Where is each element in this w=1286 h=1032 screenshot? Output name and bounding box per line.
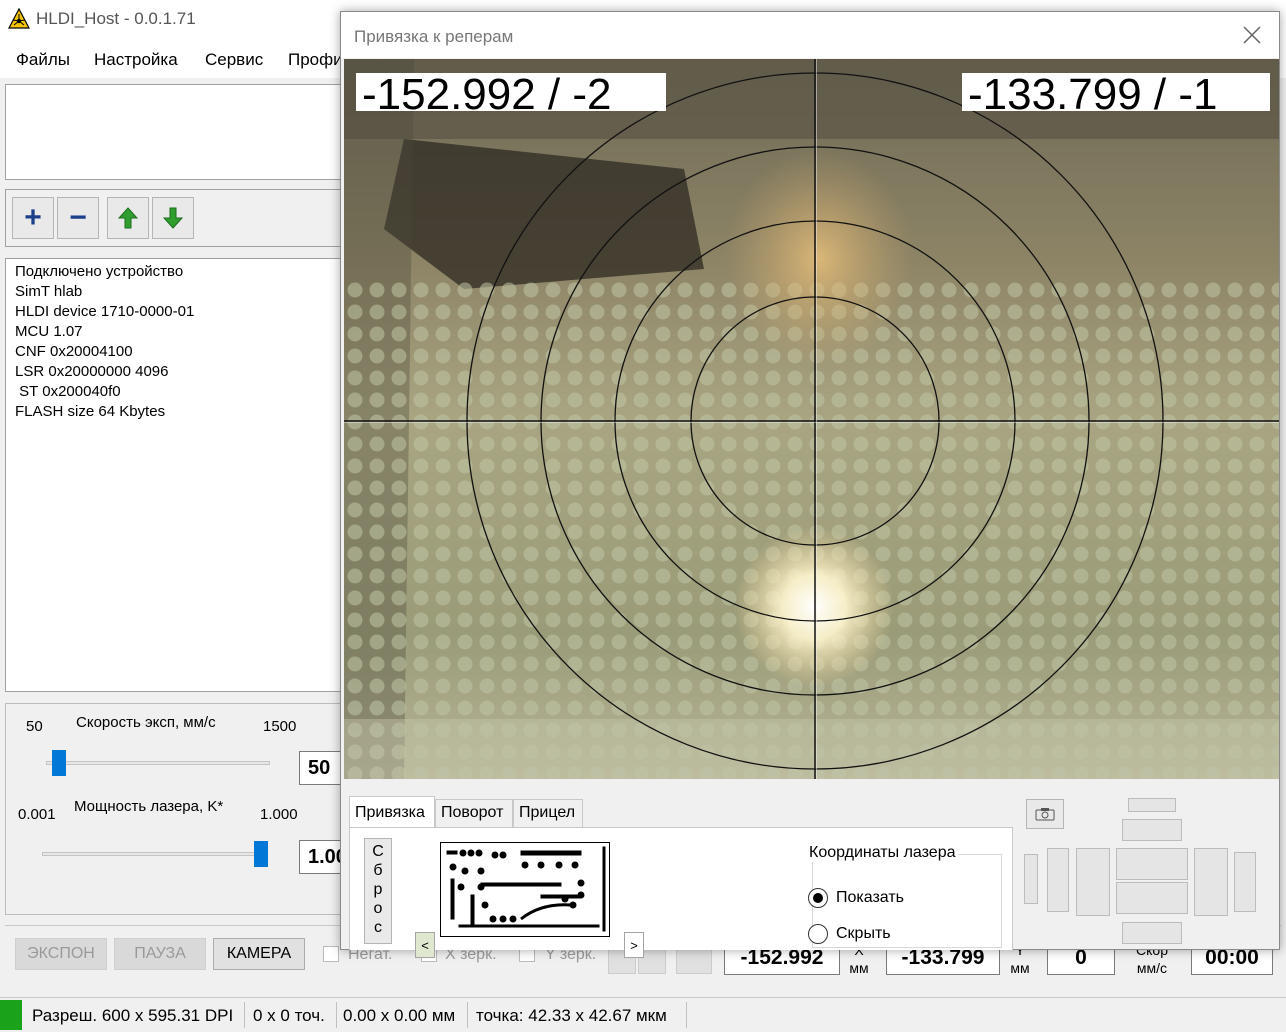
laser-coords-title: Координаты лазера [806,844,959,862]
speed-min-label: 50 [26,718,43,735]
fiducial-dialog: Привязка к реперам -152.992 / -2 -133.79… [340,11,1280,958]
status-separator [244,1002,245,1028]
menu-service[interactable]: Сервис [205,50,263,70]
show-label: Показать [836,889,905,906]
speed-max-label: 1500 [263,718,297,735]
tab-sight[interactable]: Прицел [513,799,583,827]
move-down-button[interactable] [152,197,194,239]
log-line: Подключено устройство [15,263,184,280]
status-size: 0.00 x 0.00 мм [343,1006,456,1025]
connection-indicator [0,1000,22,1030]
camera-view[interactable]: -152.992 / -2 -133.799 / -1 [344,59,1279,779]
file-list[interactable] [5,84,345,180]
jog-left-mid[interactable] [1047,848,1069,912]
camera-y-readout: -133.799 / -1 [962,73,1270,111]
speed-label: Скорость эксп, мм/с [76,714,216,731]
remove-button[interactable]: − [57,197,99,239]
power-min-label: 0.001 [18,806,56,823]
hide-radio[interactable] [808,924,828,944]
status-dot-size: точка: 42.33 x 42.67 мкм [476,1006,667,1025]
status-separator [467,1002,468,1028]
scroll-left-button[interactable]: < [415,932,435,958]
status-resolution: Разреш. 600 x 595.31 DPI [32,1006,234,1025]
reset-letter: р [373,881,383,898]
exposure-settings: 50 Скорость эксп, мм/с 1500 50 0.001 Мощ… [5,703,347,915]
move-up-button[interactable] [107,197,149,239]
power-slider[interactable] [42,852,266,856]
log-line: HLDI device 1710-0000-01 [15,303,195,320]
plus-icon: + [24,201,42,234]
reset-letter: с [374,919,382,936]
menu-profiles[interactable]: Профи [288,50,343,70]
list-toolbar: + − [5,189,345,247]
pause-button[interactable]: ПАУЗА [114,938,206,970]
status-separator [686,1002,687,1028]
log-line: CNF 0x20004100 [15,343,133,360]
jog-right-near[interactable] [1194,848,1228,916]
x-unit-label: мм [849,960,869,976]
jog-up-mid[interactable] [1122,819,1182,841]
log-line: ST 0x200040f0 [15,383,121,400]
power-slider-thumb[interactable] [254,841,268,867]
jog-down-mid[interactable] [1122,922,1182,944]
radio-selected-dot [813,893,823,903]
close-icon[interactable] [1241,24,1263,46]
jog-down-near[interactable] [1116,882,1188,914]
expose-button[interactable]: ЭКСПОН [15,938,107,970]
speed-slider-thumb[interactable] [52,750,66,776]
y-unit-label: мм [1010,960,1030,976]
laser-warning-icon [8,8,30,29]
reset-letter: о [373,900,383,917]
pcb-preview[interactable] [440,842,610,937]
hide-label: Скрыть [836,925,891,942]
camera-button[interactable]: КАМЕРА [213,938,305,970]
power-label: Мощность лазера, K* [74,798,224,815]
add-button[interactable]: + [12,197,54,239]
binding-tab-panel: С б р о с < > Координаты лазера Показать… [349,827,1013,958]
camera-image [344,59,1279,779]
log-line: SimT hlab [15,283,83,300]
speed-unit-label: мм/с [1136,960,1168,976]
menu-files[interactable]: Файлы [16,50,70,70]
camera-x-readout: -152.992 / -2 [356,73,666,111]
reset-button[interactable]: С б р о с [364,838,392,944]
status-separator [336,1002,337,1028]
reset-letter: С [372,843,384,860]
jog-up-far[interactable] [1128,798,1176,812]
dialog-title: Привязка к реперам [354,27,514,46]
log-line: FLASH size 64 Kbytes [15,403,166,420]
log-line: MCU 1.07 [15,323,83,340]
camera-icon [1035,808,1055,821]
app-title: HLDI_Host - 0.0.1.71 [36,9,196,28]
show-radio[interactable] [808,888,828,908]
jog-up-near[interactable] [1116,848,1188,880]
arrow-up-icon [118,207,138,229]
device-log: Подключено устройство SimT hlab HLDI dev… [5,258,345,692]
jog-left-near[interactable] [1076,848,1110,916]
snapshot-button[interactable] [1026,799,1064,829]
pcb-thumbnail [446,846,606,932]
status-points: 0 x 0 точ. [253,1006,325,1025]
statusbar: Разреш. 600 x 595.31 DPI 0 x 0 точ. 0.00… [0,997,1286,1032]
speed-slider[interactable] [46,761,270,765]
jog-left-far[interactable] [1024,854,1038,904]
dialog-titlebar: Привязка к реперам [341,12,1279,58]
power-max-label: 1.000 [260,806,298,823]
negative-checkbox[interactable] [323,946,339,962]
menu-settings[interactable]: Настройка [94,50,178,70]
scroll-right-button[interactable]: > [624,932,644,958]
tab-rotation[interactable]: Поворот [435,799,513,827]
minus-icon: − [69,201,87,234]
jog-right-mid[interactable] [1234,852,1256,912]
arrow-down-icon [163,207,183,229]
log-line: LSR 0x20000000 4096 [15,363,169,380]
reset-letter: б [373,862,383,879]
tab-binding[interactable]: Привязка [349,796,435,828]
